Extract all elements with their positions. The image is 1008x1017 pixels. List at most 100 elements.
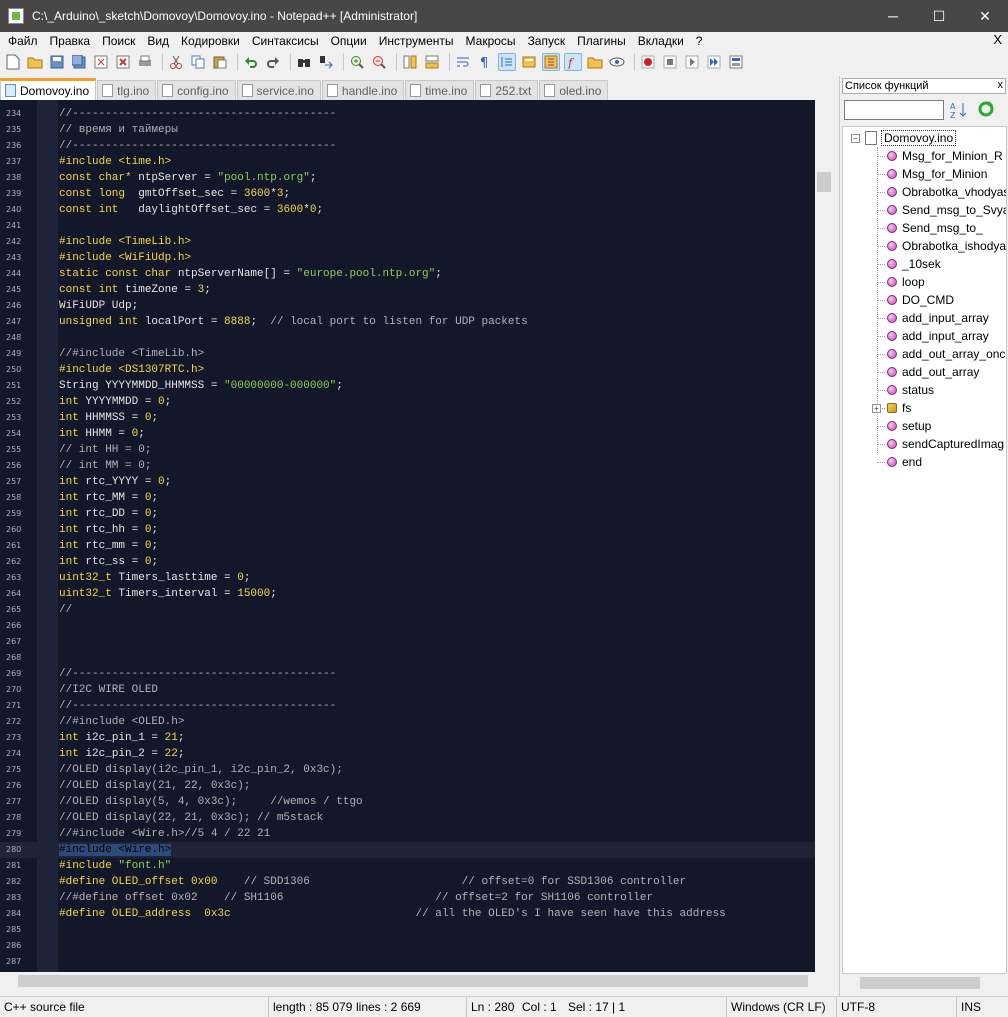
status-ln[interactable]: Ln : 280: [466, 997, 522, 1017]
code-text[interactable]: const int daylightOffset_sec = 3600*0;: [59, 202, 323, 218]
line-number[interactable]: 245: [6, 282, 26, 298]
code-line[interactable]: 264 uint32_t Timers_interval = 15000;: [0, 586, 815, 602]
code-line[interactable]: 258 int rtc_MM = 0;: [0, 490, 815, 506]
save-all-icon[interactable]: [70, 53, 88, 71]
menu-run[interactable]: Запуск: [522, 34, 572, 48]
line-number[interactable]: 236: [6, 138, 26, 154]
line-number[interactable]: 252: [6, 394, 26, 410]
word-wrap-icon[interactable]: [454, 53, 472, 71]
function-list-icon[interactable]: [542, 53, 560, 71]
replace-icon[interactable]: [317, 53, 335, 71]
save-macro-icon[interactable]: [727, 53, 745, 71]
line-number[interactable]: 250: [6, 362, 26, 378]
function-search-input[interactable]: [844, 100, 944, 120]
code-line[interactable]: 239 const long gmtOffset_sec = 3600*3;: [0, 186, 815, 202]
code-line[interactable]: 269 //-----------------------------------…: [0, 666, 815, 682]
code-text[interactable]: int HHMM = 0;: [59, 426, 145, 442]
line-number[interactable]: 238: [6, 170, 26, 186]
code-line[interactable]: 235 // время и таймеры: [0, 122, 815, 138]
close-file-icon[interactable]: [92, 53, 110, 71]
tab-domovoy[interactable]: Domovoy.ino: [0, 78, 97, 100]
play-multiple-icon[interactable]: [705, 53, 723, 71]
code-text[interactable]: //--------------------------------------…: [59, 698, 336, 714]
code-line[interactable]: 246 WiFiUDP Udp;: [0, 298, 815, 314]
cut-icon[interactable]: [167, 53, 185, 71]
maximize-button[interactable]: ☐: [916, 0, 962, 32]
code-line[interactable]: 243 #include <WiFiUdp.h>: [0, 250, 815, 266]
line-number[interactable]: 286: [6, 938, 26, 954]
menu-macro[interactable]: Макросы: [460, 34, 522, 48]
code-line[interactable]: 286: [0, 938, 815, 954]
code-text[interactable]: int HHMMSS = 0;: [59, 410, 158, 426]
line-number[interactable]: 242: [6, 234, 26, 250]
sync-vertical-icon[interactable]: [401, 53, 419, 71]
line-number[interactable]: 278: [6, 810, 26, 826]
panel-horizontal-scrollbar[interactable]: [842, 974, 1007, 992]
code-line[interactable]: 284 #define OLED_address 0x3c // all the …: [0, 906, 815, 922]
line-number[interactable]: 281: [6, 858, 26, 874]
sync-horizontal-icon[interactable]: [423, 53, 441, 71]
function-list-item[interactable]: Msg_for_Minion: [877, 165, 987, 183]
code-line[interactable]: 283 //#define offset 0x02 // SH1106 // of…: [0, 890, 815, 906]
function-list-item[interactable]: add_input_array: [877, 309, 989, 327]
code-line[interactable]: 265 //: [0, 602, 815, 618]
code-text[interactable]: int i2c_pin_2 = 22;: [59, 746, 184, 762]
expand-icon[interactable]: +: [872, 403, 881, 413]
code-line[interactable]: 244 static const char ntpServerName[] = "…: [0, 266, 815, 282]
code-line[interactable]: 281 #include "font.h": [0, 858, 815, 874]
menu-language[interactable]: Синтаксисы: [246, 34, 325, 48]
indent-guide-icon[interactable]: [498, 53, 516, 71]
close-all-icon[interactable]: [114, 53, 132, 71]
panel-close-button[interactable]: x: [998, 79, 1004, 91]
line-number[interactable]: 266: [6, 618, 26, 634]
menu-search[interactable]: Поиск: [96, 34, 141, 48]
code-line[interactable]: 242 #include <TimeLib.h>: [0, 234, 815, 250]
line-number[interactable]: 282: [6, 874, 26, 890]
status-col[interactable]: Col : 1: [518, 997, 568, 1017]
code-line[interactable]: 245 const int timeZone = 3;: [0, 282, 815, 298]
function-list-item[interactable]: _10sek: [877, 255, 941, 273]
line-number[interactable]: 270: [6, 682, 26, 698]
code-line[interactable]: 280 #include <Wire.h>: [0, 842, 815, 858]
code-line[interactable]: 270 //I2C WIRE OLED: [0, 682, 815, 698]
menu-file[interactable]: Файл: [2, 34, 44, 48]
line-number[interactable]: 272: [6, 714, 26, 730]
code-text[interactable]: const long gmtOffset_sec = 3600*3;: [59, 186, 290, 202]
status-eol[interactable]: Windows (CR LF): [726, 997, 836, 1017]
code-text[interactable]: int rtc_ss = 0;: [59, 554, 158, 570]
code-line[interactable]: 272 //#include <OLED.h>: [0, 714, 815, 730]
status-sel[interactable]: Sel : 17 | 1: [564, 997, 726, 1017]
code-text[interactable]: int rtc_hh = 0;: [59, 522, 158, 538]
function-list-item[interactable]: Send_msg_to_Svyaz: [877, 201, 1006, 219]
stop-record-icon[interactable]: [661, 53, 679, 71]
code-line[interactable]: 263 uint32_t Timers_lasttime = 0;: [0, 570, 815, 586]
function-list-item[interactable]: sendCapturedImag: [877, 435, 1004, 453]
code-line[interactable]: 267: [0, 634, 815, 650]
open-file-icon[interactable]: [26, 53, 44, 71]
code-line[interactable]: 256 // int MM = 0;: [0, 458, 815, 474]
code-text[interactable]: //I2C WIRE OLED: [59, 682, 158, 698]
close-window-button[interactable]: ✕: [962, 0, 1008, 32]
menu-help[interactable]: ?: [690, 34, 709, 48]
menu-view[interactable]: Вид: [141, 34, 175, 48]
editor-horizontal-scrollbar[interactable]: [0, 972, 815, 990]
line-number[interactable]: 253: [6, 410, 26, 426]
line-number[interactable]: 243: [6, 250, 26, 266]
line-number[interactable]: 279: [6, 826, 26, 842]
code-line[interactable]: 273 int i2c_pin_1 = 21;: [0, 730, 815, 746]
line-number[interactable]: 285: [6, 922, 26, 938]
line-number[interactable]: 249: [6, 346, 26, 362]
code-text[interactable]: //#include <TimeLib.h>: [59, 346, 204, 362]
paste-icon[interactable]: [211, 53, 229, 71]
code-text[interactable]: uint32_t Timers_lasttime = 0;: [59, 570, 250, 586]
code-line[interactable]: 259 int rtc_DD = 0;: [0, 506, 815, 522]
sort-az-icon[interactable]: AZ: [950, 101, 970, 122]
code-line[interactable]: 251 String YYYYMMDD_HHMMSS = "00000000-00…: [0, 378, 815, 394]
menu-tools[interactable]: Инструменты: [373, 34, 460, 48]
code-text[interactable]: // int MM = 0;: [59, 458, 151, 474]
code-line[interactable]: 266: [0, 618, 815, 634]
zoom-in-icon[interactable]: [348, 53, 366, 71]
code-line[interactable]: 285: [0, 922, 815, 938]
code-text[interactable]: int i2c_pin_1 = 21;: [59, 730, 184, 746]
code-line[interactable]: 261 int rtc_mm = 0;: [0, 538, 815, 554]
